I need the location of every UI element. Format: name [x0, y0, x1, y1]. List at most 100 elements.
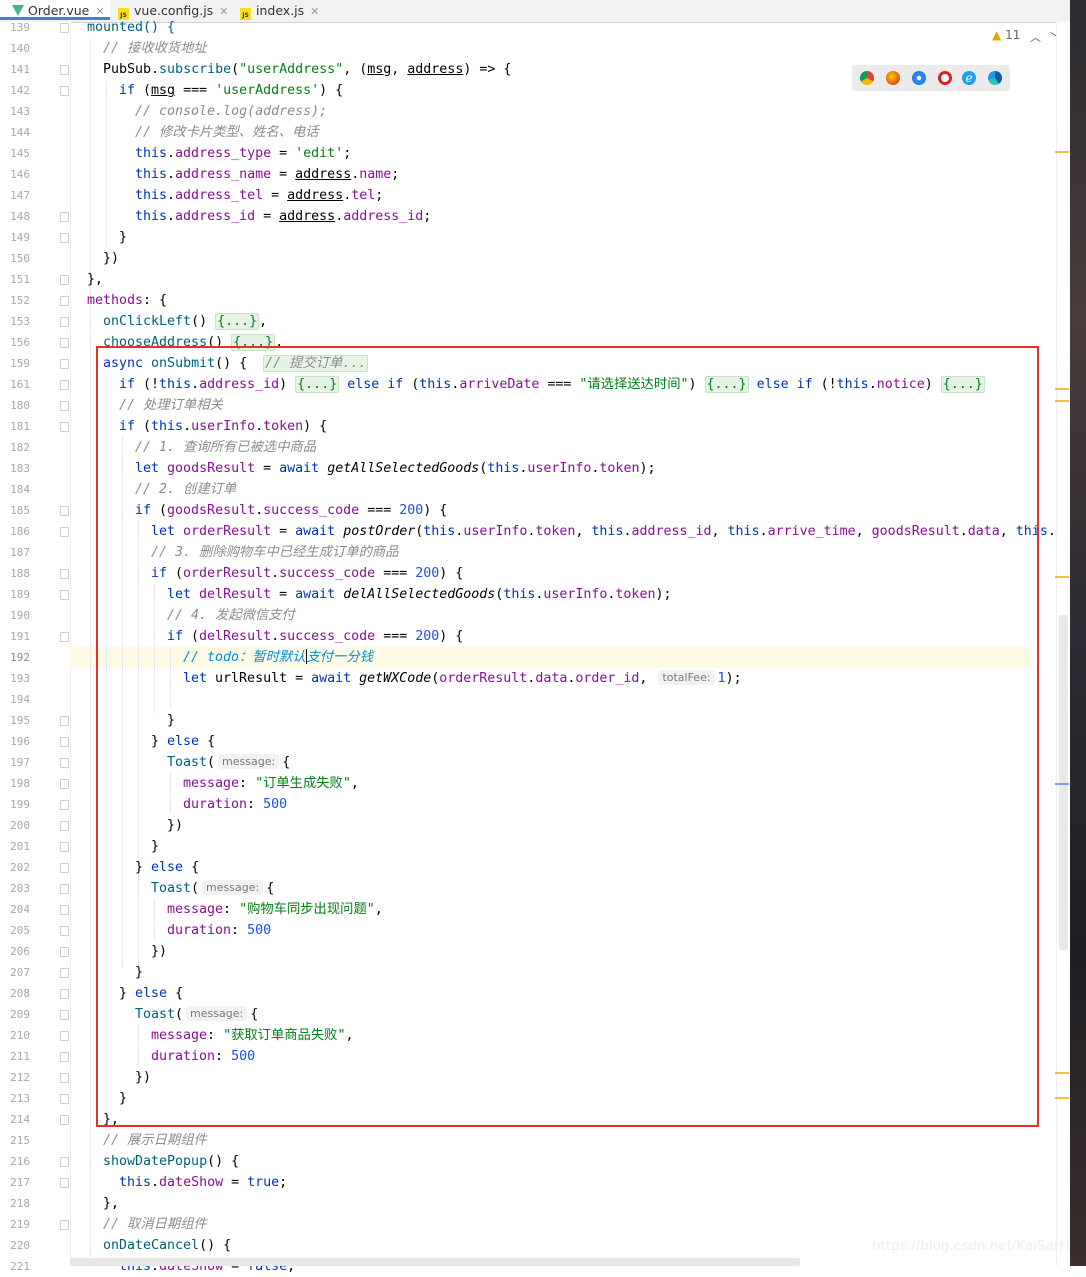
line-number: 183 — [10, 462, 30, 475]
fold-marker-icon[interactable] — [60, 1010, 69, 1020]
warning-marker[interactable] — [1055, 576, 1069, 578]
fold-marker-icon[interactable] — [60, 1073, 69, 1083]
inspection-widget[interactable]: ▲ 11 — [992, 28, 1020, 42]
fold-marker-icon[interactable] — [60, 1031, 69, 1041]
line-number: 218 — [10, 1197, 30, 1210]
line-number: 156 — [10, 336, 30, 349]
tab-label: index.js — [256, 3, 305, 18]
fold-marker-icon[interactable] — [60, 758, 69, 768]
line-number: 202 — [10, 861, 30, 874]
fold-marker-icon[interactable] — [60, 296, 69, 306]
line-number: 146 — [10, 168, 30, 181]
line-number: 208 — [10, 987, 30, 1000]
opera-icon[interactable] — [938, 71, 952, 85]
fold-marker-icon[interactable] — [60, 275, 69, 285]
fold-marker-icon[interactable] — [60, 863, 69, 873]
fold-marker-icon[interactable] — [60, 233, 69, 243]
code-line: // 展示日期组件 — [103, 1133, 207, 1148]
fold-marker-icon[interactable] — [60, 1115, 69, 1125]
warning-marker[interactable] — [1055, 1097, 1069, 1099]
js-file-icon: JS — [240, 8, 251, 20]
fold-marker-icon[interactable] — [60, 821, 69, 831]
fold-marker-icon[interactable] — [60, 359, 69, 369]
horizontal-scrollbar[interactable] — [70, 1258, 800, 1266]
fold-marker-icon[interactable] — [60, 1178, 69, 1188]
line-number: 144 — [10, 126, 30, 139]
previous-highlight-icon[interactable]: ︿ — [1030, 29, 1041, 45]
close-icon[interactable]: ✕ — [219, 5, 228, 18]
safari-icon[interactable] — [912, 71, 926, 85]
fold-marker-icon[interactable] — [60, 23, 69, 33]
warning-marker[interactable] — [1055, 1072, 1069, 1074]
fold-marker-icon[interactable] — [60, 1094, 69, 1104]
info-marker[interactable] — [1055, 783, 1069, 785]
code-line: }, — [87, 272, 104, 287]
fold-marker-icon[interactable] — [60, 401, 69, 411]
fold-marker-icon[interactable] — [60, 527, 69, 537]
chrome-icon[interactable] — [860, 71, 874, 85]
fold-marker-icon[interactable] — [60, 338, 69, 348]
fold-marker-icon[interactable] — [60, 590, 69, 600]
line-number: 140 — [10, 42, 30, 55]
fold-marker-icon[interactable] — [60, 422, 69, 432]
code-line: mounted() { — [87, 20, 176, 35]
line-number: 200 — [10, 819, 30, 832]
fold-marker-icon[interactable] — [60, 506, 69, 516]
line-number: 207 — [10, 966, 30, 979]
line-number: 211 — [10, 1050, 30, 1063]
line-number: 192 — [10, 651, 30, 664]
fold-marker-icon[interactable] — [60, 800, 69, 810]
fold-marker-icon[interactable] — [60, 1052, 69, 1062]
fold-marker-icon[interactable] — [60, 716, 69, 726]
fold-marker-icon[interactable] — [60, 1157, 69, 1167]
code-line: if (msg === 'userAddress') { — [119, 83, 344, 98]
code-line: onDateCancel() { — [103, 1238, 232, 1253]
edge-icon[interactable] — [988, 71, 1002, 85]
fold-marker-icon[interactable] — [60, 632, 69, 642]
fold-marker-icon[interactable] — [60, 905, 69, 915]
fold-marker-icon[interactable] — [60, 989, 69, 999]
fold-marker-icon[interactable] — [60, 926, 69, 936]
warning-marker[interactable] — [1055, 400, 1069, 402]
fold-marker-icon[interactable] — [60, 947, 69, 957]
fold-marker-icon[interactable] — [60, 212, 69, 222]
ie-icon[interactable]: e — [962, 71, 976, 85]
code-line: PubSub.subscribe("userAddress", (msg, ad… — [103, 62, 512, 77]
code-line: methods: { — [87, 293, 168, 308]
line-number: 206 — [10, 945, 30, 958]
fold-marker-icon[interactable] — [60, 1220, 69, 1230]
fold-marker-icon[interactable] — [60, 884, 69, 894]
watermark: https://blog.csdn.net/KaiSarH — [872, 1238, 1070, 1254]
line-number: 141 — [10, 63, 30, 76]
line-number: 219 — [10, 1218, 30, 1231]
fold-marker-icon[interactable] — [60, 779, 69, 789]
line-number: 143 — [10, 105, 30, 118]
fold-marker-icon[interactable] — [60, 968, 69, 978]
highlight-box — [96, 346, 1039, 1127]
fold-marker-icon[interactable] — [60, 737, 69, 747]
warning-marker[interactable] — [1055, 388, 1069, 390]
firefox-icon[interactable] — [886, 71, 900, 85]
warning-marker[interactable] — [1055, 151, 1069, 153]
fold-marker-icon[interactable] — [60, 380, 69, 390]
fold-marker-icon[interactable] — [60, 65, 69, 75]
line-number: 215 — [10, 1134, 30, 1147]
line-number: 159 — [10, 357, 30, 370]
code-line: }) — [103, 251, 120, 266]
line-number: 185 — [10, 504, 30, 517]
line-number: 184 — [10, 483, 30, 496]
tab-index-js[interactable]: JS index.js ✕ — [240, 0, 319, 22]
line-number: 152 — [10, 294, 30, 307]
line-number: 181 — [10, 420, 30, 433]
tab-label: vue.config.js — [134, 3, 214, 18]
fold-marker-icon[interactable] — [60, 842, 69, 852]
fold-marker-icon[interactable] — [60, 569, 69, 579]
line-number: 147 — [10, 189, 30, 202]
indent-guide — [106, 80, 107, 250]
line-number: 151 — [10, 273, 30, 286]
fold-marker-icon[interactable] — [60, 317, 69, 327]
close-icon[interactable]: ✕ — [310, 5, 319, 18]
line-number: 153 — [10, 315, 30, 328]
fold-marker-icon[interactable] — [60, 86, 69, 96]
folded-block[interactable]: {...} — [215, 313, 260, 330]
